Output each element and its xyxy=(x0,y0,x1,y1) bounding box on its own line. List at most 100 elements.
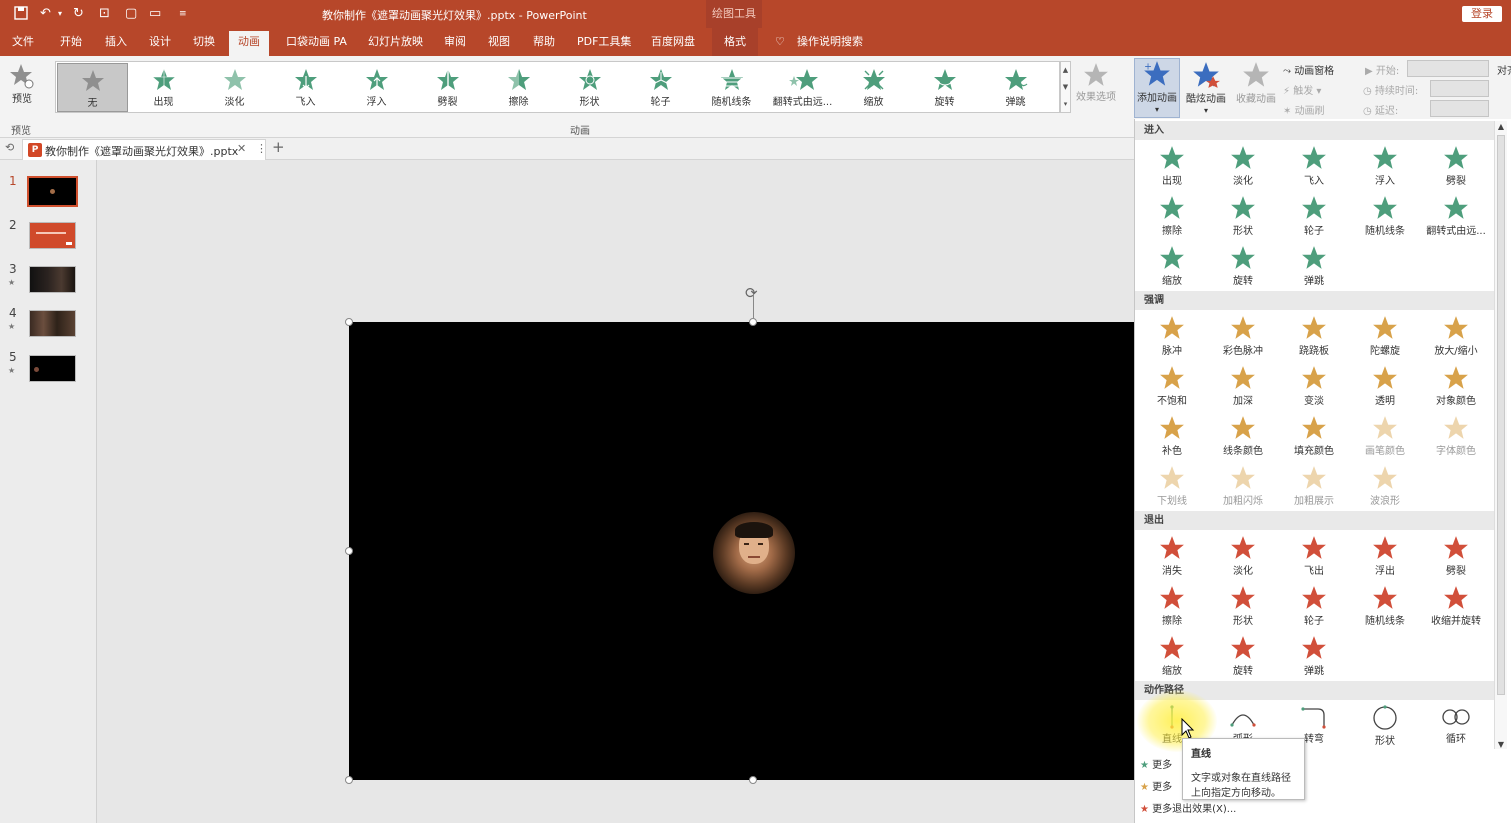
tab-menu-icon[interactable]: ⋮ xyxy=(256,142,267,155)
gallery-item-shape[interactable]: 形状 xyxy=(554,63,625,112)
duration-input[interactable] xyxy=(1430,80,1489,97)
emphasis-effect-18[interactable]: 加粗展示 xyxy=(1281,461,1347,509)
gallery-item-wheel[interactable]: 轮子 xyxy=(625,63,696,112)
entrance-effect-2[interactable]: 淡化 xyxy=(1210,141,1276,189)
exit-effect-2[interactable]: 淡化 xyxy=(1210,531,1276,579)
exit-effect-7[interactable]: 形状 xyxy=(1210,581,1276,629)
exit-effect-13[interactable]: 弹跳 xyxy=(1281,631,1347,679)
current-slide[interactable] xyxy=(349,322,1134,780)
emphasis-effect-15[interactable]: 字体颜色 xyxy=(1423,411,1489,459)
tab-format[interactable]: 格式 xyxy=(712,28,758,56)
slide-thumb-4[interactable] xyxy=(29,310,76,337)
tab-home[interactable]: 开始 xyxy=(60,34,82,50)
emphasis-effect-3[interactable]: 跷跷板 xyxy=(1281,311,1347,359)
dropdown-scrollbar[interactable]: ▲ ▼ xyxy=(1494,121,1507,749)
exit-effect-3[interactable]: 飞出 xyxy=(1281,531,1347,579)
tab-design[interactable]: 设计 xyxy=(149,34,171,50)
new-tab-icon[interactable]: + xyxy=(272,138,285,156)
entrance-effect-9[interactable]: 随机线条 xyxy=(1352,191,1418,239)
emphasis-effect-2[interactable]: 彩色脉冲 xyxy=(1210,311,1276,359)
cool-animation-button[interactable]: 酷炫动画 ▾ xyxy=(1183,60,1229,116)
exit-effect-9[interactable]: 随机线条 xyxy=(1352,581,1418,629)
entrance-effect-5[interactable]: 劈裂 xyxy=(1423,141,1489,189)
gallery-item-split[interactable]: 劈裂 xyxy=(412,63,483,112)
slide-thumb-3[interactable] xyxy=(29,266,76,293)
tab-history-icon[interactable]: ⟲ xyxy=(5,141,14,154)
emphasis-effect-5[interactable]: 放大/缩小 xyxy=(1423,311,1489,359)
document-tab[interactable]: P 教你制作《遮罩动画聚光灯效果》.pptx ✕ ⋮ xyxy=(22,139,267,160)
preview-button[interactable]: 预览 xyxy=(6,62,38,105)
start-select[interactable] xyxy=(1407,60,1489,77)
path-shape[interactable]: 形状 xyxy=(1352,701,1418,749)
redo-icon[interactable]: ↻ xyxy=(73,6,84,22)
emphasis-effect-12[interactable]: 线条颜色 xyxy=(1210,411,1276,459)
tell-me-search[interactable]: 操作说明搜索 xyxy=(797,34,863,50)
entrance-effect-7[interactable]: 形状 xyxy=(1210,191,1276,239)
tab-insert[interactable]: 插入 xyxy=(105,34,127,50)
login-button[interactable]: 登录 xyxy=(1462,6,1502,22)
gallery-item-fly-in[interactable]: 飞入 xyxy=(270,63,341,112)
gallery-item-float-in[interactable]: 浮入 xyxy=(341,63,412,112)
effect-options-button[interactable]: 效果选项 xyxy=(1074,62,1118,103)
more-emphasis-effects[interactable]: ★ 更多 xyxy=(1140,778,1172,793)
emphasis-effect-11[interactable]: 补色 xyxy=(1139,411,1205,459)
new-file-icon[interactable]: ▢ xyxy=(125,6,137,22)
tab-animations[interactable]: 动画 xyxy=(229,31,269,56)
emphasis-effect-13[interactable]: 填充颜色 xyxy=(1281,411,1347,459)
emphasis-effect-6[interactable]: 不饱和 xyxy=(1139,361,1205,409)
tab-baidu-pan[interactable]: 百度网盘 xyxy=(651,34,695,50)
entrance-effect-1[interactable]: 出现 xyxy=(1139,141,1205,189)
exit-effect-11[interactable]: 缩放 xyxy=(1139,631,1205,679)
tab-review[interactable]: 审阅 xyxy=(444,34,466,50)
emphasis-effect-9[interactable]: 透明 xyxy=(1352,361,1418,409)
emphasis-effect-17[interactable]: 加粗闪烁 xyxy=(1210,461,1276,509)
tab-pdf-tools[interactable]: PDF工具集 xyxy=(577,34,631,50)
resize-handle-s[interactable] xyxy=(749,776,757,784)
gallery-item-zoom[interactable]: 缩放 xyxy=(838,63,909,112)
exit-effect-8[interactable]: 轮子 xyxy=(1281,581,1347,629)
exit-effect-10[interactable]: 收缩并旋转 xyxy=(1423,581,1489,629)
resize-handle-nw[interactable] xyxy=(345,318,353,326)
path-loop[interactable]: 循环 xyxy=(1423,701,1489,749)
entrance-effect-3[interactable]: 飞入 xyxy=(1281,141,1347,189)
gallery-item-random-bars[interactable]: 随机线条 xyxy=(696,63,767,112)
favorite-animation-button[interactable]: 收藏动画 xyxy=(1233,60,1279,105)
spotlight-portrait[interactable] xyxy=(713,512,795,594)
gallery-scroll[interactable]: ▲ ▼ ▾ xyxy=(1060,61,1071,113)
trigger-button[interactable]: ⚡ 触发 ▾ xyxy=(1283,82,1321,97)
undo-dropdown-icon[interactable]: ▾ xyxy=(58,6,62,22)
gallery-item-grow-turn[interactable]: 翻转式由远... xyxy=(767,63,838,112)
rotate-handle-icon[interactable]: ⟳ xyxy=(745,284,758,302)
tab-help[interactable]: 帮助 xyxy=(533,34,555,50)
emphasis-effect-7[interactable]: 加深 xyxy=(1210,361,1276,409)
present-from-start-icon[interactable]: ⊡ xyxy=(99,6,110,22)
save-icon[interactable] xyxy=(14,6,28,22)
close-tab-icon[interactable]: ✕ xyxy=(237,142,246,155)
undo-icon[interactable]: ↶ xyxy=(40,6,51,22)
animation-painter-button[interactable]: ✶ 动画刷 xyxy=(1283,102,1325,117)
exit-effect-5[interactable]: 劈裂 xyxy=(1423,531,1489,579)
emphasis-effect-19[interactable]: 波浪形 xyxy=(1352,461,1418,509)
more-entrance-effects[interactable]: ★ 更多 xyxy=(1140,756,1172,771)
tab-pocket-animation[interactable]: 口袋动画 PA xyxy=(286,34,347,50)
tab-slideshow[interactable]: 幻灯片放映 xyxy=(368,34,423,50)
entrance-effect-11[interactable]: 缩放 xyxy=(1139,241,1205,289)
entrance-effect-4[interactable]: 浮入 xyxy=(1352,141,1418,189)
exit-effect-1[interactable]: 消失 xyxy=(1139,531,1205,579)
gallery-item-fade[interactable]: 淡化 xyxy=(199,63,270,112)
entrance-effect-10[interactable]: 翻转式由远... xyxy=(1423,191,1489,239)
emphasis-effect-8[interactable]: 变淡 xyxy=(1281,361,1347,409)
open-file-icon[interactable]: ▭ xyxy=(149,6,161,22)
tab-file[interactable]: 文件 xyxy=(12,34,34,50)
tab-view[interactable]: 视图 xyxy=(488,34,510,50)
exit-effect-4[interactable]: 浮出 xyxy=(1352,531,1418,579)
resize-handle-n[interactable] xyxy=(749,318,757,326)
entrance-effect-8[interactable]: 轮子 xyxy=(1281,191,1347,239)
entrance-effect-12[interactable]: 旋转 xyxy=(1210,241,1276,289)
emphasis-effect-14[interactable]: 画笔颜色 xyxy=(1352,411,1418,459)
entrance-effect-6[interactable]: 擦除 xyxy=(1139,191,1205,239)
more-exit-effects[interactable]: ★ 更多退出效果(X)... xyxy=(1140,800,1236,815)
emphasis-effect-4[interactable]: 陀螺旋 xyxy=(1352,311,1418,359)
add-animation-button[interactable]: + 添加动画 ▾ xyxy=(1134,58,1180,118)
gallery-item-bounce[interactable]: 弹跳 xyxy=(980,63,1051,112)
